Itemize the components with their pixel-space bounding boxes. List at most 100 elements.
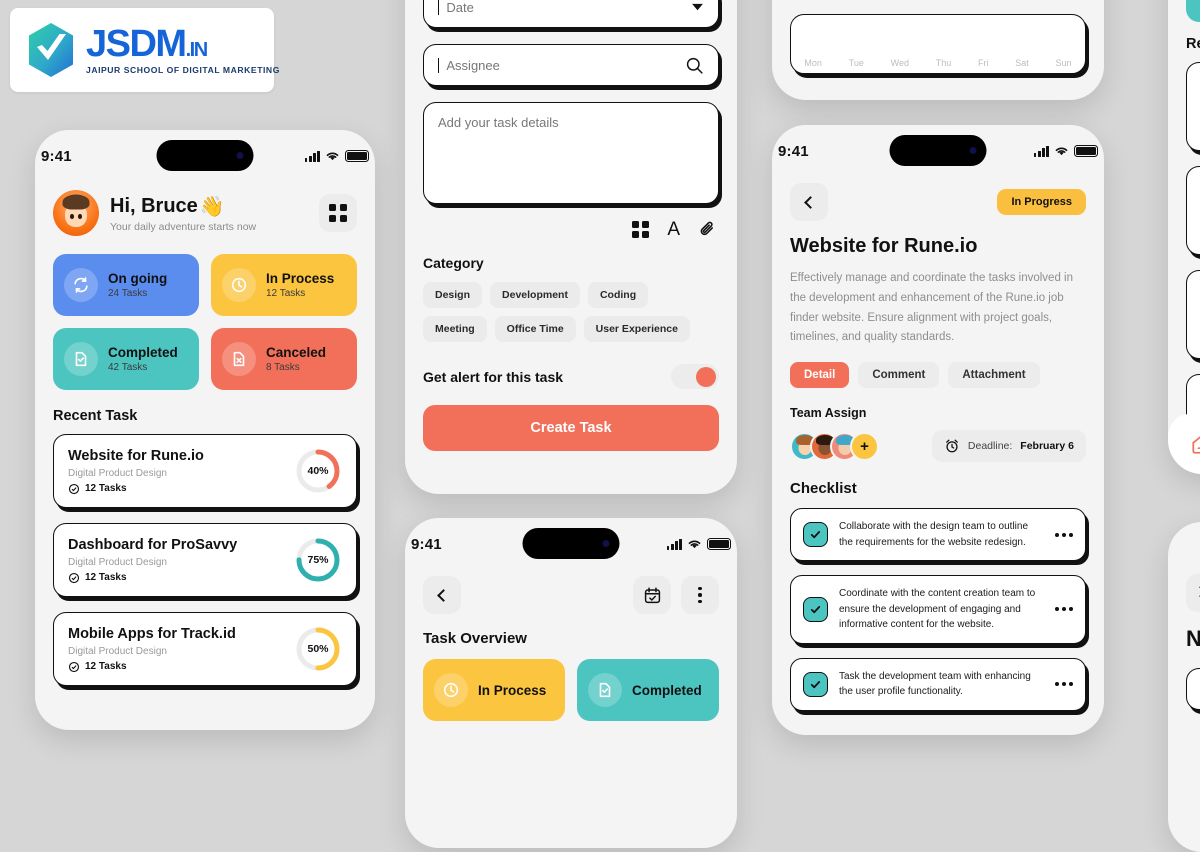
dynamic-island xyxy=(156,140,254,171)
task-meta: 12 Tasks xyxy=(68,572,294,584)
stat-count: 12 Tasks xyxy=(266,288,306,299)
grid-menu-icon[interactable] xyxy=(632,220,650,239)
greeting-row: Hi, Bruce 👋 Your daily adventure starts … xyxy=(53,190,357,236)
checklist-item[interactable]: Collaborate with the design team to outl… xyxy=(790,508,1086,562)
task-row[interactable]: Mobile Apps for Track.id Digital Product… xyxy=(1186,270,1200,359)
recent-task-heading: Recent Task xyxy=(53,408,138,424)
close-button[interactable]: ✕ xyxy=(1186,574,1200,612)
tab-detail[interactable]: Detail xyxy=(790,362,850,389)
category-heading: Category xyxy=(423,255,484,271)
grid-menu-icon xyxy=(329,204,347,222)
camera-dot-icon xyxy=(236,152,244,159)
status-indicators xyxy=(1033,145,1098,157)
text-caret xyxy=(438,0,440,15)
task-name-field[interactable]: Task xyxy=(1186,668,1200,710)
category-chip[interactable]: Office Time xyxy=(494,316,576,342)
checkbox-checked-icon[interactable] xyxy=(803,522,828,548)
file-x-icon xyxy=(222,342,256,376)
toggle-knob xyxy=(696,366,716,387)
attachment-clip-icon[interactable] xyxy=(698,220,717,239)
text-format-icon[interactable]: A xyxy=(667,220,680,239)
search-icon[interactable] xyxy=(685,56,704,75)
task-meta-text: 12 Tasks xyxy=(85,483,127,494)
stat-card-canceled[interactable]: Canceled 8 Tasks xyxy=(211,328,357,390)
phone-mockup-recent-list-clipped: Recent Task Website for Rune.io Digital … xyxy=(1168,0,1200,474)
category-chip[interactable]: Development xyxy=(490,282,580,308)
user-avatar[interactable] xyxy=(53,190,99,236)
more-horizontal-icon[interactable] xyxy=(1055,532,1073,537)
task-row[interactable]: Dashboard for ProSavvy Digital Product D… xyxy=(53,523,357,597)
stat-card-inprocess[interactable]: In Process 12 Tasks xyxy=(211,254,357,316)
team-assign-heading: Team Assign xyxy=(790,406,867,421)
category-chip[interactable]: Meeting xyxy=(423,316,487,342)
task-row[interactable]: Website for Rune.io Digital Product Desi… xyxy=(53,434,357,508)
more-horizontal-icon[interactable] xyxy=(1055,607,1073,612)
status-badge[interactable]: In Progress xyxy=(997,189,1086,215)
progress-ring: 40% xyxy=(294,447,342,495)
overview-card-completed[interactable]: Completed xyxy=(577,659,719,721)
tab-attachment[interactable]: Attachment xyxy=(948,362,1040,389)
category-chip[interactable]: Design xyxy=(423,282,483,308)
checklist-text: Task the development team with enhancing… xyxy=(839,670,1031,698)
checkbox-checked-icon[interactable] xyxy=(803,596,828,622)
wifi-icon xyxy=(688,540,701,549)
create-task-button[interactable]: Create Task xyxy=(423,405,719,451)
task-row[interactable]: Dashboard for ProSavvy Digital Product D… xyxy=(1186,166,1200,255)
task-row[interactable]: Mobile Apps for Track.id Digital Product… xyxy=(53,612,357,686)
file-check-icon xyxy=(588,673,622,707)
category-chip[interactable]: User Experience xyxy=(583,316,690,342)
task-subtitle: Digital Product Design xyxy=(68,645,167,657)
task-row[interactable]: Website for Rune.io Digital Product Desi… xyxy=(1186,62,1200,151)
editor-toolbar: A xyxy=(425,220,717,239)
page-title: New xyxy=(1186,626,1200,651)
stat-card-ongoing[interactable]: On going 24 Tasks xyxy=(53,254,199,316)
detail-tab-bar: Detail Comment Attachment xyxy=(790,362,1086,389)
progress-percent: 75% xyxy=(307,554,329,566)
phone-mockup-new-task-clipped: 9:41 ✕ New Task xyxy=(1168,522,1200,852)
overview-card-inprocess[interactable]: In Process xyxy=(423,659,565,721)
brand-name: JSDM xyxy=(86,23,187,66)
more-horizontal-icon[interactable] xyxy=(1055,682,1073,687)
calendar-button[interactable] xyxy=(633,576,671,614)
date-field[interactable]: Date xyxy=(423,0,719,28)
stat-card-grid: On going 24 Tasks In Process 12 Tasks Co… xyxy=(53,254,357,390)
checklist-item[interactable]: Coordinate with the content creation tea… xyxy=(790,575,1086,644)
stat-card-completed[interactable]: Completed 42 Tasks xyxy=(53,328,199,390)
wifi-icon xyxy=(1055,147,1068,156)
file-check-icon xyxy=(64,342,98,376)
assignee-field[interactable]: Assignee xyxy=(423,44,719,86)
grid-menu-button[interactable] xyxy=(319,194,357,232)
checklist-text: Collaborate with the design team to outl… xyxy=(839,521,1029,548)
alert-toggle[interactable] xyxy=(671,364,719,389)
back-button[interactable] xyxy=(423,576,461,614)
add-member-button[interactable]: + xyxy=(850,431,879,461)
assignee-placeholder: Assignee xyxy=(446,57,500,73)
overview-nav-bar xyxy=(423,576,719,614)
week-strip[interactable]: Mon Tue Wed Thu Fri Sat Sun xyxy=(790,14,1086,74)
checklist-item[interactable]: Task the development team with enhancing… xyxy=(790,657,1086,711)
brand-tld: .IN xyxy=(185,39,209,62)
deadline-value: February 6 xyxy=(1020,440,1074,453)
dynamic-island xyxy=(522,528,620,559)
checkbox-checked-icon[interactable] xyxy=(803,671,828,697)
task-details-textarea[interactable]: Add your task details xyxy=(423,102,719,204)
dynamic-island xyxy=(889,135,987,166)
brand-wordmark: JSDM .IN xyxy=(86,25,280,63)
task-title: Dashboard for ProSavvy xyxy=(68,536,238,553)
stat-card-completed[interactable] xyxy=(1186,0,1200,22)
greeting-title: Hi, Bruce 👋 xyxy=(110,194,256,219)
chevron-down-icon[interactable] xyxy=(691,3,704,12)
home-icon[interactable] xyxy=(1190,434,1200,454)
more-options-button[interactable] xyxy=(681,576,719,614)
check-circle-icon xyxy=(68,661,80,672)
progress-percent: 40% xyxy=(307,465,329,477)
stat-label: Canceled xyxy=(266,345,327,360)
phone-mockup-task-overview: 9:41 Task Overview In Process Completed xyxy=(405,518,737,848)
task-subtitle: Digital Product Design xyxy=(68,467,167,479)
category-chip[interactable]: Coding xyxy=(587,282,649,308)
tab-comment[interactable]: Comment xyxy=(858,362,940,389)
battery-full-icon xyxy=(707,538,731,550)
greeting-text: Hi, Bruce xyxy=(110,194,198,217)
back-button[interactable] xyxy=(790,183,828,221)
recent-task-heading: Recent Task xyxy=(1186,36,1200,52)
